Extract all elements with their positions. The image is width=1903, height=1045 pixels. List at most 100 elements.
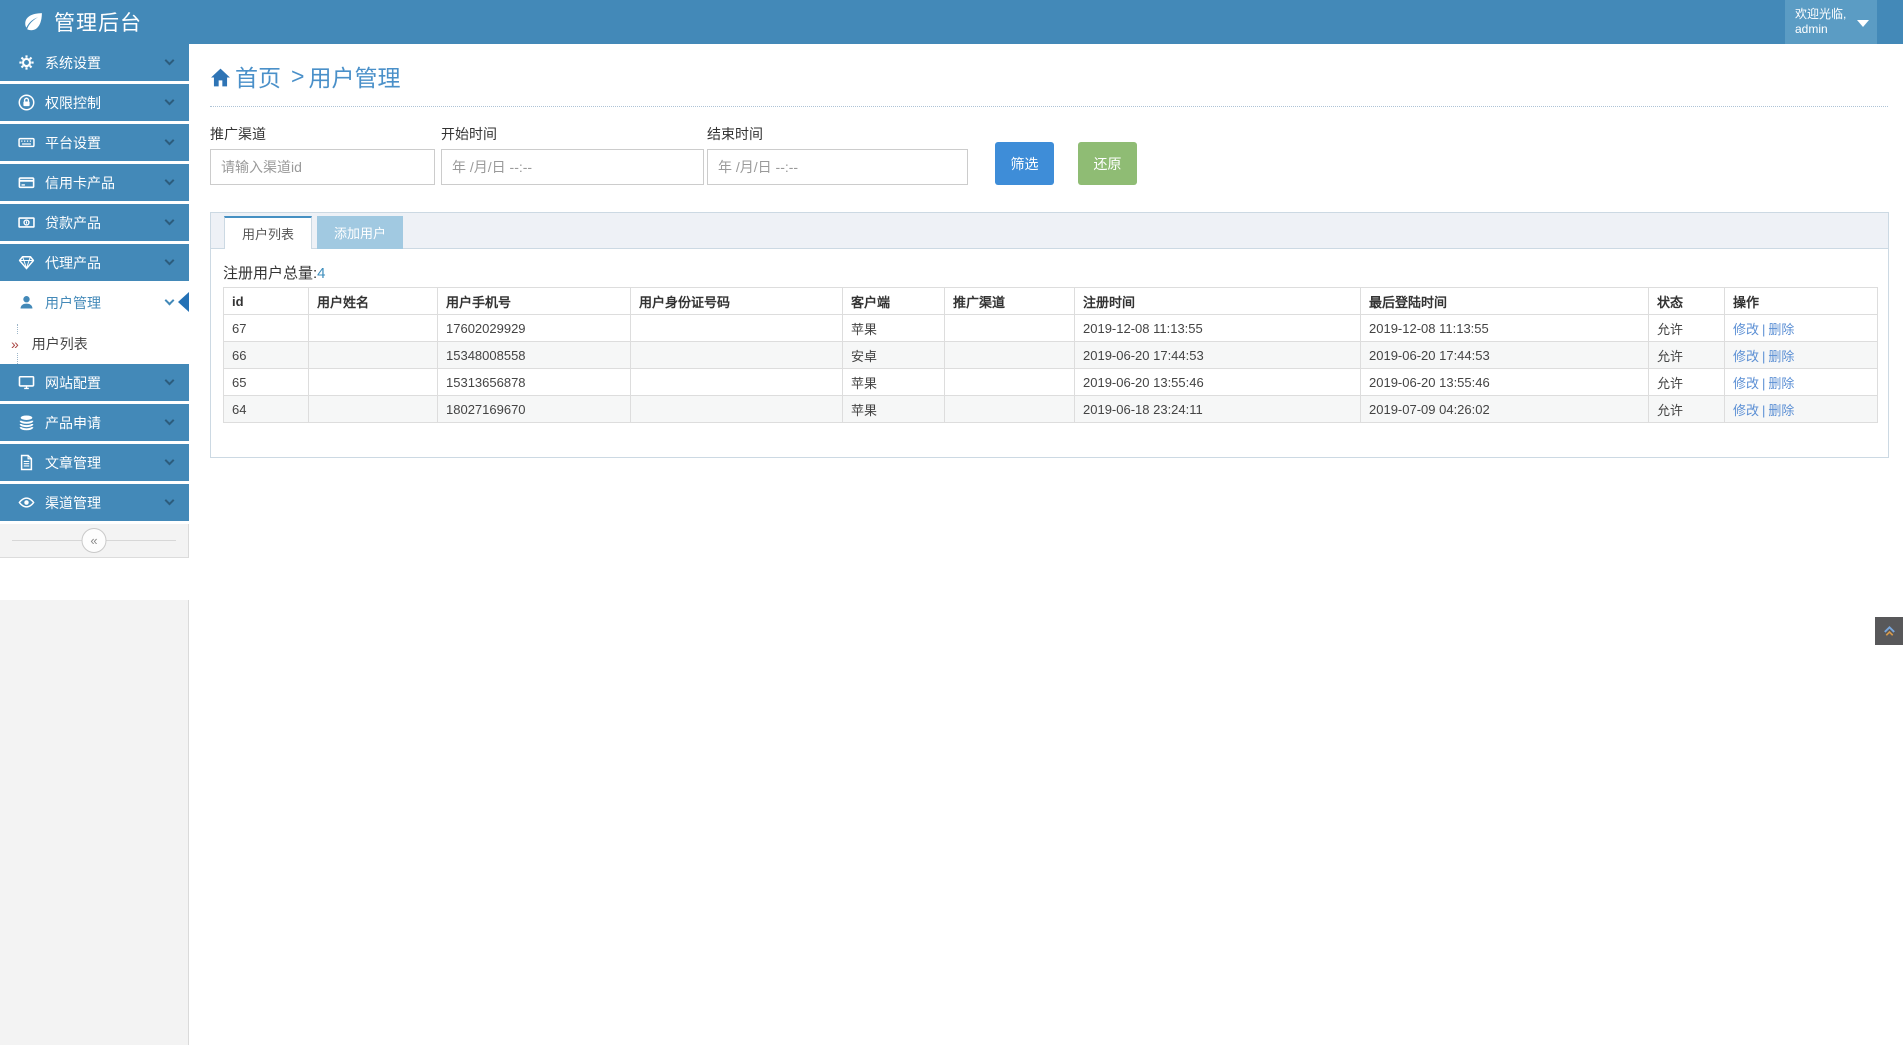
cell-actions: 修改|删除 — [1725, 342, 1878, 369]
sidebar-item-label: 贷款产品 — [45, 213, 101, 233]
user-menu[interactable]: 欢迎光临, admin — [1785, 0, 1877, 44]
breadcrumb-current: 用户管理 — [308, 59, 400, 93]
channel-input[interactable] — [210, 149, 435, 185]
cell-phone: 17602029929 — [438, 315, 631, 342]
delete-link[interactable]: 删除 — [1768, 403, 1794, 418]
sidebar-item-label: 文章管理 — [45, 453, 101, 473]
cell-last-login-time: 2019-12-08 11:13:55 — [1361, 315, 1649, 342]
tab-user-list[interactable]: 用户列表 — [224, 216, 312, 249]
sidebar-item-label: 用户管理 — [45, 293, 101, 313]
cell-actions: 修改|删除 — [1725, 369, 1878, 396]
cell-channel — [945, 315, 1075, 342]
database-icon — [18, 414, 35, 431]
sidebar-item-site-config[interactable]: 网站配置 — [0, 364, 189, 401]
edit-link[interactable]: 修改 — [1733, 322, 1759, 337]
sidebar-collapse-button[interactable]: « — [82, 528, 107, 553]
sidebar-item-product-apply[interactable]: 产品申请 — [0, 404, 189, 441]
delete-link[interactable]: 删除 — [1768, 349, 1794, 364]
sidebar-item-user-management[interactable]: 用户管理 — [0, 284, 189, 321]
sidebar-item-label: 网站配置 — [45, 373, 101, 393]
start-time-input[interactable] — [441, 149, 704, 185]
cell-status: 允许 — [1649, 369, 1725, 396]
edit-link[interactable]: 修改 — [1733, 349, 1759, 364]
cell-phone: 18027169670 — [438, 396, 631, 423]
sidebar-subitem-user-list[interactable]: »用户列表 — [0, 324, 189, 364]
eye-icon — [18, 494, 35, 511]
edit-link[interactable]: 修改 — [1733, 403, 1759, 418]
gear-icon — [18, 54, 35, 71]
sidebar-item-agent-products[interactable]: 代理产品 — [0, 244, 189, 281]
delete-link[interactable]: 删除 — [1768, 376, 1794, 391]
sidebar-item-permission-control[interactable]: 权限控制 — [0, 84, 189, 121]
sidebar-item-loan-products[interactable]: 贷款产品 — [0, 204, 189, 241]
back-to-top-button[interactable] — [1875, 617, 1903, 645]
credit-card-icon — [18, 174, 35, 191]
cell-client: 苹果 — [843, 396, 945, 423]
cell-phone: 15313656878 — [438, 369, 631, 396]
chevron-down-icon — [165, 56, 175, 66]
chevron-down-icon — [165, 216, 175, 226]
chevron-down-icon — [165, 256, 175, 266]
sidebar-item-article-management[interactable]: 文章管理 — [0, 444, 189, 481]
leaf-logo-icon — [20, 10, 45, 35]
cell-register-time: 2019-06-18 23:24:11 — [1075, 396, 1361, 423]
end-time-input[interactable] — [707, 149, 968, 185]
chevron-down-icon — [165, 296, 175, 306]
cell-actions: 修改|删除 — [1725, 315, 1878, 342]
registered-users-summary: 注册用户总量:4 — [223, 262, 1876, 283]
breadcrumb-home[interactable]: 首页 — [235, 59, 281, 93]
chevron-down-icon — [165, 376, 175, 386]
chevron-down-icon — [165, 176, 175, 186]
keyboard-icon — [18, 134, 35, 151]
cell-status: 允许 — [1649, 342, 1725, 369]
diamond-icon — [18, 254, 35, 271]
action-separator: | — [1759, 403, 1768, 418]
user-panel: 用户列表添加用户 注册用户总量:4 id用户姓名用户手机号用户身份证号码客户端推… — [210, 212, 1889, 458]
table-row: 6615348008558安卓2019-06-20 17:44:532019-0… — [224, 342, 1878, 369]
end-time-label: 结束时间 — [707, 124, 968, 144]
cell-id-card — [631, 315, 843, 342]
column-header-3: 用户身份证号码 — [631, 288, 843, 315]
column-header-2: 用户手机号 — [438, 288, 631, 315]
sidebar-item-label: 渠道管理 — [45, 493, 101, 513]
edit-link[interactable]: 修改 — [1733, 376, 1759, 391]
reset-button[interactable]: 还原 — [1078, 142, 1137, 185]
cell-id: 67 — [224, 315, 309, 342]
action-separator: | — [1759, 376, 1768, 391]
sidebar-item-label: 产品申请 — [45, 413, 101, 433]
table-row: 6515313656878苹果2019-06-20 13:55:462019-0… — [224, 369, 1878, 396]
sidebar-item-system-settings[interactable]: 系统设置 — [0, 44, 189, 81]
lock-icon — [18, 94, 35, 111]
sidebar-item-label: 信用卡产品 — [45, 173, 115, 193]
cell-client: 安卓 — [843, 342, 945, 369]
table-row: 6418027169670苹果2019-06-18 23:24:112019-0… — [224, 396, 1878, 423]
sidebar-menu: 系统设置权限控制平台设置信用卡产品贷款产品代理产品用户管理 »用户列表网站配置产品… — [0, 44, 189, 521]
filter-bar: 推广渠道 开始时间 结束时间 筛选 还原 — [210, 124, 1888, 185]
chevron-down-icon — [165, 96, 175, 106]
cell-status: 允许 — [1649, 315, 1725, 342]
column-header-9: 操作 — [1725, 288, 1878, 315]
cell-channel — [945, 369, 1075, 396]
chevron-down-icon — [165, 416, 175, 426]
tab-add-user[interactable]: 添加用户 — [317, 216, 403, 249]
cell-name — [309, 315, 438, 342]
cell-register-time: 2019-12-08 11:13:55 — [1075, 315, 1361, 342]
filter-button[interactable]: 筛选 — [995, 142, 1054, 185]
sidebar-item-channel-management[interactable]: 渠道管理 — [0, 484, 189, 521]
delete-link[interactable]: 删除 — [1768, 322, 1794, 337]
cell-channel — [945, 342, 1075, 369]
table-row: 67 17602029929 苹果 2019-12-08 11:13:552019-1… — [224, 315, 1878, 342]
summary-count[interactable]: 4 — [317, 265, 325, 282]
welcome-text: 欢迎光临, — [1795, 7, 1857, 22]
cell-register-time: 2019-06-20 13:55:46 — [1075, 369, 1361, 396]
summary-label: 注册用户总量: — [223, 265, 317, 282]
chevron-up-icon — [1882, 624, 1897, 639]
sidebar-item-label: 权限控制 — [45, 93, 101, 113]
sidebar-item-credit-card-products[interactable]: 信用卡产品 — [0, 164, 189, 201]
sidebar-item-platform-settings[interactable]: 平台设置 — [0, 124, 189, 161]
cell-client: 苹果 — [843, 315, 945, 342]
monitor-icon — [18, 374, 35, 391]
cell-id: 64 — [224, 396, 309, 423]
cell-id-card — [631, 369, 843, 396]
sidebar-item-label: 系统设置 — [45, 53, 101, 73]
